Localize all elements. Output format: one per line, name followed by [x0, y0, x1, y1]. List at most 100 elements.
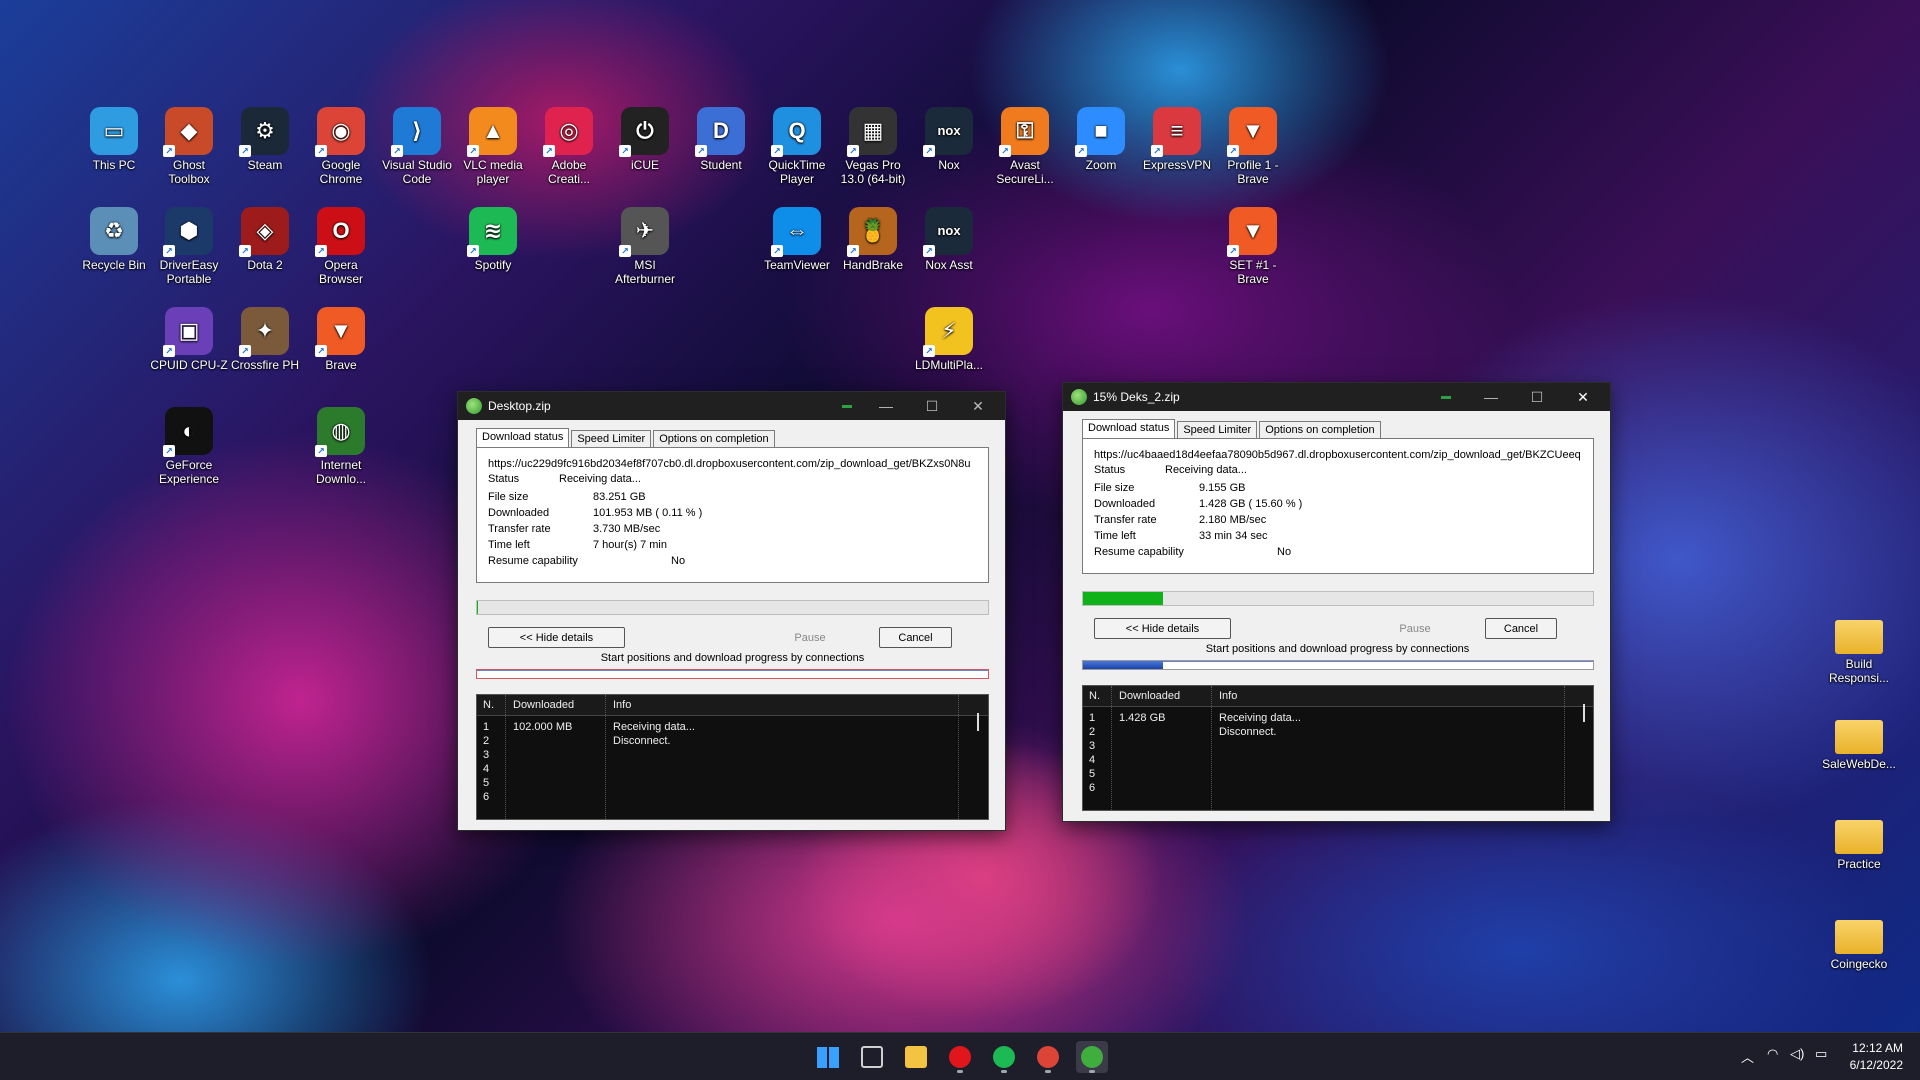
wifi-icon[interactable]: ◠ — [1767, 1046, 1778, 1062]
column-header-downloaded[interactable]: Downloaded — [1119, 690, 1180, 702]
taskbar-task-view[interactable] — [856, 1041, 888, 1073]
brave-lion-icon: ▼ ↗ — [315, 307, 365, 357]
desktop-icon-brave[interactable]: ▼ ↗ Brave — [302, 307, 380, 372]
hide-details-button[interactable]: << Hide details — [1094, 618, 1231, 639]
desktop-icon-handbrake[interactable]: 🍍 ↗ HandBrake — [834, 207, 912, 272]
pause-button[interactable]: Pause — [770, 627, 850, 648]
desktop-icon-vlc[interactable]: ▲ ↗ VLC media player — [454, 107, 532, 186]
desktop-icon-student[interactable]: D ↗ Student — [682, 107, 760, 172]
chrome-icon: ◉ ↗ — [315, 107, 365, 157]
desktop-icon-ldmultiplayer[interactable]: ⚡ ↗ LDMultiPla... — [910, 307, 988, 372]
table-scrollbar[interactable] — [1583, 704, 1585, 722]
tab-speed-limiter[interactable]: Speed Limiter — [1177, 421, 1258, 438]
close-button[interactable]: ✕ — [1560, 383, 1606, 411]
desktop-icon-adobe-creative[interactable]: ◎ ↗ Adobe Creati... — [530, 107, 608, 186]
desktop-icon-practice[interactable]: Practice — [1820, 812, 1898, 871]
download-window-desktop-zip: Desktop.zip — ☐ ✕ Download status Speed … — [457, 391, 1006, 831]
monitor-icon: ▭ — [90, 107, 138, 155]
desktop-icon-visual-studio-code[interactable]: ⟩ ↗ Visual Studio Code — [378, 107, 456, 186]
clock-time[interactable]: 12:12 AM — [1843, 1041, 1903, 1055]
close-button[interactable]: ✕ — [955, 392, 1001, 420]
file-size-label: File size — [1094, 482, 1135, 494]
desktop-icon-label: Dota 2 — [247, 258, 283, 272]
desktop-icon-drivereasy[interactable]: ⬢ ↗ DriverEasy Portable — [150, 207, 228, 286]
desktop-icon-geforce[interactable]: ◐ ↗ GeForce Experience — [150, 407, 228, 486]
brave-lion-icon: ▼ ↗ — [1227, 107, 1277, 157]
desktop-icon-this-pc[interactable]: ▭ This PC — [75, 107, 153, 172]
resume-capability-value: No — [671, 555, 686, 567]
tab-download-status[interactable]: Download status — [476, 428, 570, 447]
shortcut-arrow-icon: ↗ — [315, 345, 327, 357]
desktop-icon-vegas-pro[interactable]: ▦ ↗ Vegas Pro 13.0 (64-bit) — [834, 107, 912, 186]
desktop-icon-quicktime[interactable]: Q ↗ QuickTime Player — [758, 107, 836, 186]
cancel-button[interactable]: Cancel — [879, 627, 952, 648]
taskbar-opera[interactable] — [944, 1041, 976, 1073]
tab-download-status[interactable]: Download status — [1082, 419, 1176, 438]
desktop-icon-icue[interactable]: ⏻ ↗ iCUE — [606, 107, 684, 172]
desktop-icon-spotify[interactable]: ≋ ↗ Spotify — [454, 207, 532, 272]
desktop-icon-nox[interactable]: nox ↗ Nox — [910, 107, 988, 172]
recycle-bin-icon: ♻ — [90, 207, 138, 255]
desktop-icon-coingecko[interactable]: Coingecko — [1820, 912, 1898, 971]
hide-details-button[interactable]: << Hide details — [488, 627, 625, 648]
desktop-icon-expressvpn[interactable]: ≡ ↗ ExpressVPN — [1138, 107, 1216, 172]
desktop-icon-label: Spotify — [474, 258, 512, 272]
column-header-info[interactable]: Info — [613, 699, 631, 711]
desktop-icon-opera-browser[interactable]: O ↗ Opera Browser — [302, 207, 380, 286]
desktop-icon-dota2[interactable]: ◈ ↗ Dota 2 — [226, 207, 304, 272]
desktop-icon-google-chrome[interactable]: ◉ ↗ Google Chrome — [302, 107, 380, 186]
desktop-icon-label: iCUE — [630, 158, 659, 172]
volume-icon[interactable]: ◁) — [1790, 1046, 1804, 1062]
desktop-icon-avast[interactable]: ⚿ ↗ Avast SecureLi... — [986, 107, 1064, 186]
maximize-button[interactable]: ☐ — [909, 392, 955, 420]
row-number: 3 — [483, 749, 490, 761]
minimize-button[interactable]: — — [1468, 383, 1514, 411]
clock-date[interactable]: 6/12/2022 — [1843, 1058, 1903, 1072]
file-size-value: 9.155 GB — [1199, 482, 1246, 494]
desktop-icon-teamviewer[interactable]: ⇔ ↗ TeamViewer — [758, 207, 836, 272]
speed-indicator-icon — [1441, 396, 1451, 399]
desktop-icon-build-responsi[interactable]: Build Responsi... — [1820, 612, 1898, 685]
column-header-n[interactable]: N. — [483, 699, 494, 711]
battery-icon[interactable]: ▭ — [1815, 1046, 1827, 1062]
table-scrollbar[interactable] — [977, 713, 979, 731]
taskbar-file-explorer[interactable] — [900, 1041, 932, 1073]
desktop-icon-nox-asst[interactable]: nox ↗ Nox Asst — [910, 207, 988, 272]
desktop-icon-zoom[interactable]: ■ ↗ Zoom — [1062, 107, 1140, 172]
minimize-button[interactable]: — — [863, 392, 909, 420]
tab-options-on-completion[interactable]: Options on completion — [653, 430, 775, 447]
desktop-icon-steam[interactable]: ⚙ ↗ Steam — [226, 107, 304, 172]
expressvpn-icon: ≡ ↗ — [1151, 107, 1201, 157]
connections-progress-bar — [476, 669, 989, 679]
desktop-icon-set1-brave[interactable]: ▼ ↗ SET #1 - Brave — [1214, 207, 1292, 286]
desktop-icon-recycle-bin[interactable]: ♻ Recycle Bin — [75, 207, 153, 272]
brave-lion-icon: ▼ ↗ — [1227, 207, 1277, 257]
desktop-icon-label: GeForce Experience — [158, 458, 220, 486]
title-bar[interactable]: Desktop.zip — ☐ ✕ — [458, 392, 1005, 420]
chevron-up-icon[interactable]: ︿ — [1741, 1047, 1754, 1066]
taskbar-idm[interactable] — [1076, 1041, 1108, 1073]
desktop-icon-ghost-toolbox[interactable]: ◆ ↗ Ghost Toolbox — [150, 107, 228, 186]
desktop-icon-internet-download[interactable]: ◍ ↗ Internet Downlo... — [302, 407, 380, 486]
tab-speed-limiter[interactable]: Speed Limiter — [571, 430, 652, 447]
desktop-icon-label: ExpressVPN — [1142, 158, 1212, 172]
desktop-icon-crossfire-ph[interactable]: ✦ ↗ Crossfire PH — [226, 307, 304, 372]
maximize-button[interactable]: ☐ — [1514, 383, 1560, 411]
column-header-downloaded[interactable]: Downloaded — [513, 699, 574, 711]
cancel-button[interactable]: Cancel — [1485, 618, 1557, 639]
taskbar-spotify[interactable] — [988, 1041, 1020, 1073]
desktop-icon-cpuid[interactable]: ▣ ↗ CPUID CPU-Z — [150, 307, 228, 372]
column-header-n[interactable]: N. — [1089, 690, 1100, 702]
title-bar[interactable]: 15% Deks_2.zip — ☐ ✕ — [1063, 383, 1610, 411]
desktop-icon-salewebde[interactable]: SaleWebDe... — [1820, 712, 1898, 771]
pause-button[interactable]: Pause — [1375, 618, 1455, 639]
desktop-icon-label: Build Responsi... — [1828, 657, 1890, 685]
dota-icon: ◈ ↗ — [239, 207, 289, 257]
taskbar-chrome[interactable] — [1032, 1041, 1064, 1073]
desktop-icon-profile-1-brave[interactable]: ▼ ↗ Profile 1 - Brave — [1214, 107, 1292, 186]
desktop-icon-msi-afterburner[interactable]: ✈ ↗ MSI Afterburner — [606, 207, 684, 286]
tab-options-on-completion[interactable]: Options on completion — [1259, 421, 1381, 438]
taskbar-start[interactable] — [812, 1041, 844, 1073]
idm-globe-icon — [1071, 389, 1087, 405]
column-header-info[interactable]: Info — [1219, 690, 1237, 702]
